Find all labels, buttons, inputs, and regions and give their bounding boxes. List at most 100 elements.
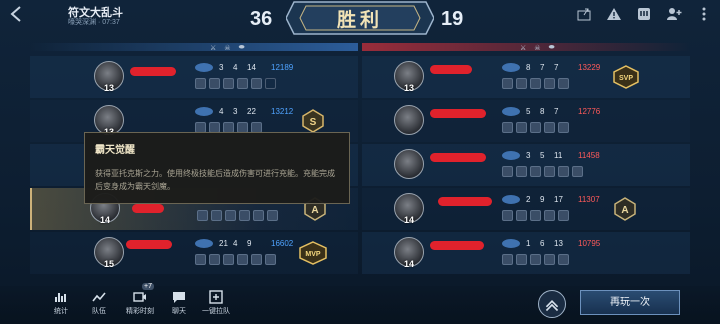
add-friend-icon[interactable]	[666, 6, 682, 22]
item-icon[interactable]	[223, 78, 234, 89]
item-icon[interactable]	[225, 210, 236, 221]
player-score: 10795	[578, 239, 601, 248]
rank-label: A	[311, 205, 318, 216]
item-icon[interactable]	[209, 254, 220, 265]
item-icon[interactable]	[237, 254, 248, 265]
item-icon[interactable]	[195, 78, 206, 89]
tooltip-description: 获得亚托克斯之力。使用终极技能后造成伤害可进行充能。充能完成后变身成为霸天剑魔。	[95, 169, 335, 191]
champion-level: 13	[403, 83, 414, 93]
item-icon[interactable]	[558, 122, 569, 133]
ally-player-row[interactable]: 15 21 4 9 16602 MVP	[30, 232, 358, 274]
item-slots	[502, 78, 569, 89]
invite-team-button[interactable]: 一键拉队	[198, 290, 234, 316]
enemy-player-row[interactable]: 14 1 6 13 10795	[362, 232, 690, 274]
item-slots	[502, 210, 569, 221]
enemy-player-row[interactable]: 14 2 9 17 11307 A	[362, 188, 690, 230]
item-icon[interactable]	[544, 210, 555, 221]
enemy-player-row[interactable]: 13 8 7 7 13229 SVP	[362, 56, 690, 98]
item-icon[interactable]	[237, 78, 248, 89]
item-icon[interactable]	[502, 122, 513, 133]
item-icon[interactable]	[558, 78, 569, 89]
item-slots	[195, 78, 276, 89]
kda: 3 5 11 11458	[502, 151, 600, 160]
item-icon[interactable]	[530, 210, 541, 221]
more-icon[interactable]	[696, 6, 712, 22]
play-again-button[interactable]: 再玩一次	[580, 290, 680, 315]
map-and-duration: 嚎哭深渊 · 07:37	[68, 19, 120, 26]
item-slots	[502, 254, 569, 265]
spell-icon	[502, 239, 520, 248]
item-icon[interactable]	[211, 210, 222, 221]
item-icon[interactable]	[558, 166, 569, 177]
assists: 14	[247, 63, 256, 72]
deaths: 4	[233, 239, 238, 248]
item-icon[interactable]	[516, 122, 527, 133]
kda: 21 4 9 16602	[195, 239, 293, 248]
item-icon[interactable]	[197, 210, 208, 221]
s-rank-badge: S	[302, 109, 324, 133]
assists: 22	[247, 107, 256, 116]
item-icon[interactable]	[558, 210, 569, 221]
spell-icon	[195, 239, 213, 248]
champion-avatar[interactable]	[394, 149, 424, 179]
kills: 3	[219, 63, 224, 72]
honor-icon[interactable]	[636, 6, 652, 22]
assists: 11	[554, 151, 563, 160]
item-icon[interactable]	[530, 166, 541, 177]
item-icon[interactable]	[239, 210, 250, 221]
svp-badge: SVP	[613, 65, 639, 89]
item-icon[interactable]	[544, 78, 555, 89]
deaths: 4	[233, 63, 238, 72]
item-icon[interactable]	[502, 210, 513, 221]
champion-level: 14	[99, 215, 110, 225]
item-icon[interactable]	[502, 254, 513, 265]
video-icon	[133, 292, 146, 302]
item-icon[interactable]	[251, 78, 262, 89]
item-icon[interactable]	[530, 78, 541, 89]
item-icon[interactable]	[530, 254, 541, 265]
ally-team-bar	[30, 43, 358, 51]
item-icon[interactable]	[544, 254, 555, 265]
chat-button[interactable]: 聊天	[164, 290, 194, 316]
enemy-player-row[interactable]: 5 8 7 12776	[362, 100, 690, 142]
enemy-column-headers: ⚔ ☠ ⬬	[520, 44, 555, 52]
item-icon[interactable]	[502, 78, 513, 89]
item-icon[interactable]	[516, 166, 527, 177]
kills: 21	[219, 239, 228, 248]
back-icon[interactable]	[6, 4, 30, 24]
bar-chart-icon	[55, 293, 66, 302]
player-score: 11458	[578, 151, 600, 160]
team-button[interactable]: 队伍	[84, 290, 114, 316]
stats-button[interactable]: 统计	[46, 290, 76, 316]
item-icon[interactable]	[195, 254, 206, 265]
item-icon[interactable]	[502, 166, 513, 177]
kills: 5	[526, 107, 531, 116]
spell-icon	[502, 195, 520, 204]
item-icon[interactable]	[544, 122, 555, 133]
item-icon[interactable]	[223, 254, 234, 265]
item-icon[interactable]	[530, 122, 541, 133]
item-icon[interactable]	[516, 210, 527, 221]
item-icon[interactable]	[516, 254, 527, 265]
report-icon[interactable]	[606, 6, 622, 22]
item-icon[interactable]	[558, 254, 569, 265]
rank-label: SVP	[619, 75, 633, 82]
champion-avatar[interactable]	[394, 105, 424, 135]
ally-player-row[interactable]: 13 3 4 14 12189	[30, 56, 358, 98]
share-icon[interactable]	[576, 6, 592, 22]
item-icon[interactable]	[572, 166, 583, 177]
item-icon[interactable]	[516, 78, 527, 89]
item-icon[interactable]	[267, 210, 278, 221]
rank-label: S	[310, 117, 317, 128]
kda: 5 8 7 12776	[502, 107, 600, 116]
expand-up-icon[interactable]	[538, 290, 566, 318]
champion-level: 15	[103, 259, 114, 269]
team-score-left: 36	[250, 8, 273, 30]
item-icon[interactable]	[209, 78, 220, 89]
enemy-player-row[interactable]: 3 5 11 11458	[362, 144, 690, 186]
item-icon[interactable]	[544, 166, 555, 177]
item-icon[interactable]	[265, 254, 276, 265]
item-icon[interactable]	[253, 210, 264, 221]
highlights-button[interactable]: 精彩时刻	[122, 290, 158, 316]
item-icon[interactable]	[251, 254, 262, 265]
